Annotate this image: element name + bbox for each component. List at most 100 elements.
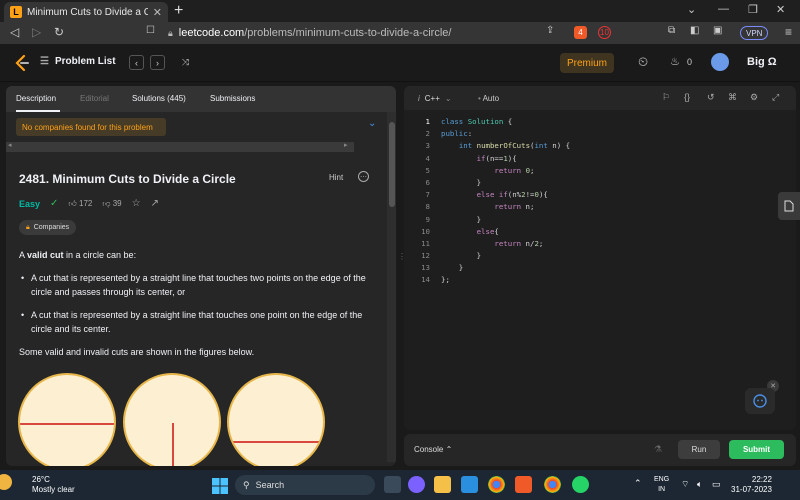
autocomplete-toggle[interactable]: • Auto bbox=[478, 94, 499, 103]
code-area[interactable]: 1 class Solution { 2 public: 3 int numberO… bbox=[404, 116, 796, 287]
browser-tab[interactable]: L Minimum Cuts to Divide a Circle ✕ bbox=[4, 2, 168, 22]
wifi-icon[interactable]: ⌔ bbox=[681, 479, 689, 490]
tab-description[interactable]: Description bbox=[16, 94, 56, 103]
intro-bold: valid cut bbox=[27, 250, 64, 260]
chevron-up-icon[interactable]: ⌃ bbox=[634, 478, 642, 489]
line-number: 10 bbox=[421, 226, 430, 236]
sidebar-icon[interactable]: ◧ bbox=[690, 25, 699, 36]
tab-submissions[interactable]: Submissions bbox=[210, 94, 255, 103]
autocomplete-label: Auto bbox=[482, 94, 500, 103]
chat-bot-button[interactable] bbox=[745, 388, 775, 414]
back-button[interactable]: ◁ bbox=[10, 25, 19, 39]
braces-icon[interactable]: {} bbox=[684, 92, 690, 102]
brave-icon[interactable] bbox=[515, 476, 532, 493]
settings-icon[interactable]: ⚙ bbox=[750, 92, 758, 103]
code-line: 1 class Solution { bbox=[404, 116, 796, 128]
reload-button[interactable]: ↻ bbox=[54, 25, 64, 39]
wallet-icon[interactable]: ▣ bbox=[713, 25, 722, 36]
next-problem-button[interactable]: › bbox=[150, 55, 165, 70]
tab-solutions[interactable]: Solutions (445) bbox=[132, 94, 186, 103]
line-number: 1 bbox=[425, 117, 430, 126]
language-selector[interactable]: i C++ ⌄ bbox=[418, 94, 452, 103]
run-button[interactable]: Run bbox=[678, 440, 720, 459]
timer-icon[interactable]: ⏲ bbox=[638, 54, 648, 70]
scroll-left-icon[interactable]: ◂ bbox=[8, 141, 12, 149]
problem-list-link[interactable]: ☰ Problem List bbox=[40, 56, 116, 67]
line-number: 11 bbox=[421, 238, 430, 248]
avatar[interactable] bbox=[711, 53, 729, 71]
leetcode-logo-icon[interactable] bbox=[14, 54, 30, 72]
whatsapp-icon[interactable] bbox=[572, 476, 589, 493]
close-tab-icon[interactable]: ✕ bbox=[153, 6, 162, 19]
tab-editorial[interactable]: Editorial bbox=[80, 94, 109, 103]
code-line: 6 } bbox=[404, 177, 796, 189]
clock[interactable]: 22:22 31-07-2023 bbox=[731, 475, 772, 495]
windows-start-icon[interactable] bbox=[212, 478, 228, 494]
intro-text: A bbox=[19, 250, 28, 260]
code-text: int numberOfCuts(int n) { bbox=[458, 141, 571, 151]
star-icon[interactable]: ☆ bbox=[132, 198, 141, 209]
vscode-icon[interactable] bbox=[461, 476, 478, 493]
file-explorer-icon[interactable] bbox=[434, 476, 451, 493]
taskbar-search[interactable]: ⚲ Search bbox=[235, 475, 375, 495]
fullscreen-icon[interactable]: ⤢ bbox=[772, 92, 779, 103]
description-tabs: Description Editorial Solutions (445) Su… bbox=[6, 86, 396, 112]
volume-icon[interactable]: 🔈︎ bbox=[697, 479, 702, 490]
bookmark-icon[interactable]: ⚐ bbox=[662, 92, 670, 103]
extensions-icon[interactable]: ⧉ bbox=[668, 25, 675, 36]
scroll-right-icon[interactable]: ▸ bbox=[344, 141, 348, 149]
shuffle-icon[interactable]: ⤨ bbox=[178, 55, 193, 70]
chrome-icon[interactable] bbox=[488, 476, 505, 493]
task-view-icon[interactable] bbox=[384, 476, 401, 493]
scrollbar-thumb[interactable] bbox=[389, 122, 395, 207]
premium-button[interactable]: Premium bbox=[560, 53, 614, 73]
like-button[interactable]: 👍︎ 172 bbox=[68, 199, 92, 209]
prev-problem-button[interactable]: ‹ bbox=[129, 55, 144, 70]
side-document-icon[interactable] bbox=[778, 192, 800, 220]
debug-icon[interactable]: ⚗ bbox=[654, 444, 662, 455]
chrome-profile-icon[interactable] bbox=[544, 476, 561, 493]
new-tab-button[interactable]: + bbox=[174, 2, 183, 20]
close-window-button[interactable]: ✕ bbox=[776, 3, 785, 16]
forward-button[interactable]: ▷ bbox=[32, 25, 41, 39]
teams-icon[interactable] bbox=[408, 476, 425, 493]
lock-icon: 🔒︎ bbox=[26, 223, 30, 231]
list-item: A cut that is represented by a straight … bbox=[19, 271, 369, 299]
menu-icon[interactable]: ≡ bbox=[785, 25, 792, 39]
share-icon[interactable]: ⇪ bbox=[546, 25, 554, 36]
console-toggle[interactable]: Console ⌃ bbox=[414, 445, 452, 454]
username[interactable]: Big Ω bbox=[747, 56, 777, 68]
horizontal-scrollbar[interactable]: ◂ ▸ bbox=[6, 142, 354, 152]
weather-icon bbox=[0, 474, 12, 490]
time: 22:22 bbox=[751, 475, 772, 484]
streak-flame-icon[interactable]: ♨ bbox=[670, 55, 680, 68]
code-line: 13 } bbox=[404, 262, 796, 274]
code-line: 11 return n/2; bbox=[404, 238, 796, 250]
minimize-button[interactable]: — bbox=[718, 3, 729, 15]
shortcut-icon[interactable]: ⌘ bbox=[728, 92, 737, 103]
cut-line bbox=[229, 441, 323, 443]
code-line: 2 public: bbox=[404, 128, 796, 140]
reset-icon[interactable]: ↺ bbox=[707, 92, 715, 103]
info-icon[interactable]: ⋯ bbox=[358, 171, 369, 182]
companies-tag[interactable]: 🔒︎ Companies bbox=[19, 220, 77, 235]
dislike-button[interactable]: 👎︎ 39 bbox=[102, 199, 121, 209]
restore-button[interactable]: ❐ bbox=[748, 3, 758, 16]
weather-widget[interactable]: 26°C Mostly clear bbox=[32, 475, 75, 495]
difficulty-badge: Easy bbox=[19, 198, 41, 209]
premium-label: Premium bbox=[566, 57, 607, 69]
brave-rewards-icon[interactable]: 10 bbox=[598, 26, 611, 39]
hint-button[interactable]: Hint bbox=[329, 173, 343, 182]
tab-search-icon[interactable]: ⌄ bbox=[687, 3, 696, 16]
battery-icon[interactable]: ▭ bbox=[712, 479, 721, 490]
brave-shields-icon[interactable]: 4 bbox=[574, 26, 587, 39]
code-text: public: bbox=[441, 129, 473, 139]
language-indicator[interactable]: ENG IN bbox=[654, 475, 669, 495]
chevron-down-icon[interactable]: ⌄ bbox=[368, 118, 376, 129]
vpn-label: VPN bbox=[746, 28, 763, 38]
vpn-button[interactable]: VPN bbox=[740, 26, 769, 40]
submit-button[interactable]: Submit bbox=[729, 440, 784, 459]
share-link-icon[interactable]: ↗ bbox=[151, 198, 159, 209]
url-host: leetcode.com bbox=[178, 27, 245, 39]
dislike-count: 39 bbox=[112, 198, 122, 208]
